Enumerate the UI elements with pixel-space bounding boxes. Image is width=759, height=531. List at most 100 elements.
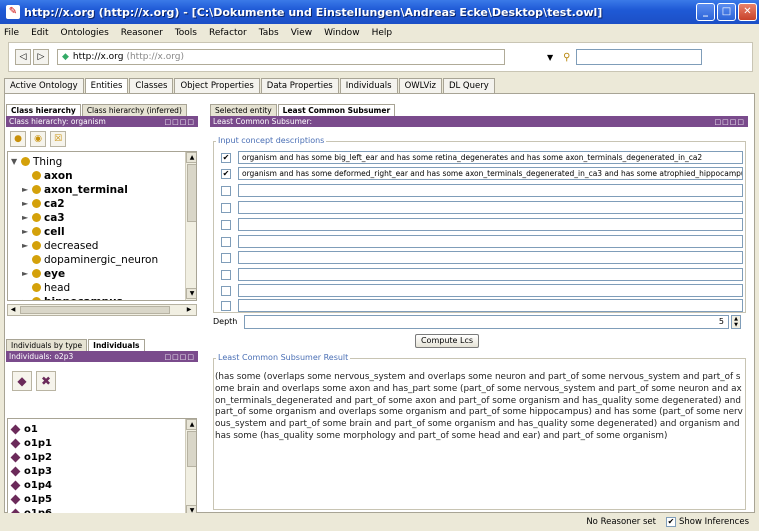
scroll-left-icon[interactable]: ◀ — [8, 305, 18, 315]
delete-individual-button[interactable]: ✖ — [36, 371, 56, 391]
expand-toggle-icon[interactable]: ► — [22, 185, 32, 194]
concept-input[interactable]: organism and has some big_left_ear and h… — [238, 151, 743, 164]
menu-ontologies[interactable]: Ontologies — [61, 28, 109, 38]
menu-file[interactable]: File — [4, 28, 19, 38]
concept-input[interactable] — [238, 299, 743, 312]
tree-node[interactable]: ► cell — [22, 225, 65, 238]
scroll-thumb[interactable] — [187, 164, 196, 222]
list-item[interactable]: o1p2 — [10, 450, 52, 464]
tree-node[interactable]: ► hippocampus — [22, 295, 123, 300]
menu-edit[interactable]: Edit — [31, 28, 48, 38]
tab-owlviz[interactable]: OWLViz — [398, 78, 442, 93]
panel-view-controls[interactable]: □□□□ — [165, 118, 195, 126]
maximize-button[interactable]: □ — [717, 3, 736, 21]
expand-toggle-icon[interactable]: ▼ — [11, 157, 21, 166]
back-button[interactable]: ◁ — [15, 49, 31, 65]
panel-view-controls[interactable]: □□□□ — [715, 118, 745, 126]
close-button[interactable]: ✕ — [738, 3, 757, 21]
concept-checkbox[interactable] — [221, 236, 231, 247]
find-input[interactable] — [576, 49, 703, 65]
tree-node[interactable]: ► ca2 — [22, 197, 65, 210]
tab-selected-entity[interactable]: Selected entity — [210, 104, 277, 116]
concept-checkbox[interactable] — [221, 202, 231, 213]
delete-class-button[interactable]: ☒ — [50, 131, 66, 147]
list-item[interactable]: o1p3 — [10, 464, 52, 478]
tab-classes[interactable]: Classes — [129, 78, 174, 93]
depth-spinner-arrows[interactable]: ▲ ▼ — [731, 315, 741, 329]
menu-view[interactable]: View — [291, 28, 312, 38]
tab-data-properties[interactable]: Data Properties — [260, 78, 339, 93]
concept-input[interactable] — [238, 235, 743, 248]
tab-least-common-subsumer[interactable]: Least Common Subsumer — [277, 104, 396, 116]
scroll-up-icon[interactable]: ▲ — [186, 152, 196, 163]
concept-checkbox[interactable]: ✔ — [221, 152, 231, 163]
add-individual-button[interactable]: ◆ — [12, 371, 32, 391]
expand-toggle-icon[interactable]: ► — [22, 297, 32, 300]
tree-node[interactable]: dopaminergic_neuron — [22, 253, 158, 266]
expand-toggle-icon[interactable]: ► — [22, 269, 32, 278]
scroll-down-icon[interactable]: ▼ — [186, 288, 196, 299]
tab-active-ontology[interactable]: Active Ontology — [4, 78, 84, 93]
class-tree-scrollbar[interactable]: ▲ ▼ — [185, 152, 196, 300]
class-tree-hscrollbar[interactable]: ◀ ▶ — [7, 304, 197, 316]
concept-input[interactable] — [238, 218, 743, 231]
chevron-down-icon[interactable]: ▼ — [547, 53, 553, 62]
depth-spinner-input[interactable]: 5 — [244, 315, 729, 329]
tab-class-hierarchy[interactable]: Class hierarchy — [6, 104, 81, 116]
menu-help[interactable]: Help — [372, 28, 393, 38]
scroll-thumb[interactable] — [20, 306, 170, 314]
expand-toggle-icon[interactable]: ► — [22, 213, 32, 222]
tab-individuals-by-type[interactable]: Individuals by type — [6, 339, 88, 351]
scroll-right-icon[interactable]: ▶ — [184, 305, 194, 315]
add-subclass-button[interactable]: ● — [10, 131, 26, 147]
tab-dl-query[interactable]: DL Query — [442, 78, 495, 93]
show-inferences-checkbox[interactable]: ✔ — [665, 517, 676, 527]
tab-entities[interactable]: Entities — [84, 78, 129, 93]
concept-checkbox[interactable] — [221, 285, 231, 296]
concept-input[interactable] — [238, 284, 743, 297]
menu-tools[interactable]: Tools — [175, 28, 197, 38]
expand-toggle-icon[interactable]: ► — [22, 199, 32, 208]
tree-node[interactable]: ► ca3 — [22, 211, 65, 224]
menu-reasoner[interactable]: Reasoner — [121, 28, 163, 38]
tree-node[interactable]: ▼ Thing — [11, 155, 62, 168]
concept-checkbox[interactable] — [221, 185, 231, 196]
scroll-up-icon[interactable]: ▲ — [186, 419, 196, 430]
concept-checkbox[interactable] — [221, 269, 231, 280]
menu-refactor[interactable]: Refactor — [209, 28, 247, 38]
concept-input[interactable] — [238, 201, 743, 214]
lcs-result-text[interactable]: (has some (overlaps some nervous_system … — [215, 372, 743, 443]
tree-node[interactable]: axon — [22, 169, 73, 182]
compute-lcs-button[interactable]: Compute Lcs — [415, 334, 479, 348]
scroll-thumb[interactable] — [187, 431, 196, 467]
add-sibling-class-button[interactable]: ◉ — [30, 131, 46, 147]
tab-individuals[interactable]: Individuals — [339, 78, 398, 93]
concept-checkbox[interactable]: ✔ — [221, 168, 231, 179]
concept-input[interactable] — [238, 251, 743, 264]
concept-checkbox[interactable] — [221, 219, 231, 230]
menu-tabs[interactable]: Tabs — [259, 28, 279, 38]
concept-checkbox[interactable] — [221, 252, 231, 263]
tab-individuals-list[interactable]: Individuals — [88, 339, 145, 351]
tree-node[interactable]: ► decreased — [22, 239, 98, 252]
list-item[interactable]: o1p5 — [10, 492, 52, 506]
expand-toggle-icon[interactable]: ► — [22, 241, 32, 250]
minimize-button[interactable]: _ — [696, 3, 715, 21]
concept-input[interactable]: organism and has some deformed_right_ear… — [238, 167, 743, 180]
menu-window[interactable]: Window — [324, 28, 360, 38]
concept-checkbox[interactable] — [221, 300, 231, 311]
tab-object-properties[interactable]: Object Properties — [174, 78, 260, 93]
forward-button[interactable]: ▷ — [33, 49, 49, 65]
panel-view-controls[interactable]: □□□□ — [165, 353, 195, 361]
concept-input[interactable] — [238, 184, 743, 197]
tree-node[interactable]: ► eye — [22, 267, 65, 280]
concept-input[interactable] — [238, 268, 743, 281]
list-item[interactable]: o1p4 — [10, 478, 52, 492]
tree-node[interactable]: head — [22, 281, 70, 294]
list-item[interactable]: o1p1 — [10, 436, 52, 450]
tree-node[interactable]: ► axon_terminal — [22, 183, 128, 196]
tab-class-hierarchy-inferred[interactable]: Class hierarchy (inferred) — [81, 104, 187, 116]
expand-toggle-icon[interactable]: ► — [22, 227, 32, 236]
individuals-scrollbar[interactable]: ▲ ▼ — [185, 419, 196, 517]
list-item[interactable]: o1 — [10, 422, 38, 436]
